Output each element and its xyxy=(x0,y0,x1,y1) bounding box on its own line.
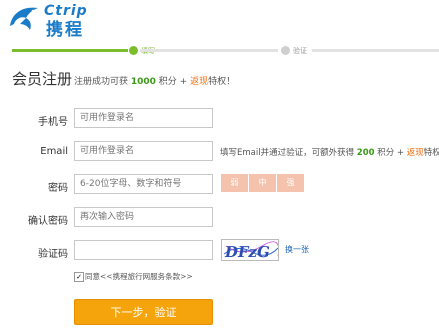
captcha-label: 验证码 xyxy=(38,249,68,260)
step-label-verify: 验证 xyxy=(293,47,307,55)
dolphin-icon xyxy=(10,7,38,30)
subtitle-mid: 积分 + xyxy=(155,77,191,87)
email-hint-post: 特权 xyxy=(423,148,439,158)
phone-label: 手机号 xyxy=(38,117,68,128)
email-hint-cashback: 返现 xyxy=(406,148,424,158)
subtitle-pre: 注册成功可获 xyxy=(74,77,131,87)
subtitle-post: 特权！ xyxy=(208,77,236,87)
subtitle-cashback: 返现 xyxy=(190,77,209,87)
step-indicator-fill xyxy=(129,46,138,55)
confirm-password-label: 确认密码 xyxy=(28,216,68,227)
agree-checkbox[interactable]: ✓ xyxy=(74,272,84,282)
next-step-button[interactable]: 下一步，验证 xyxy=(74,299,213,325)
email-label: Email xyxy=(40,146,68,157)
logo-chinese: 携程 xyxy=(46,20,84,40)
progress-bar-pending xyxy=(140,49,278,52)
refresh-captcha-link[interactable]: 换一张 xyxy=(285,244,309,255)
email-hint-pre: 填写Email并通过验证，可额外获得 xyxy=(220,148,357,158)
subtitle-points: 1000 xyxy=(130,77,156,87)
strength-medium: 中 xyxy=(249,174,276,192)
email-hint-mid: 积分 + xyxy=(374,148,407,158)
ctrip-logo: Ctrip 携程 xyxy=(6,2,96,40)
email-hint-points: 200 xyxy=(356,148,375,158)
email-input[interactable] xyxy=(74,141,213,161)
captcha-image[interactable]: DFzG xyxy=(221,239,279,261)
progress-bar-pending-2 xyxy=(312,49,439,52)
confirm-password-input[interactable] xyxy=(74,207,213,227)
captcha-input[interactable] xyxy=(74,240,213,260)
register-bonus-text: 注册成功可获 1000 积分 + 返现特权！ xyxy=(74,74,235,87)
phone-input[interactable] xyxy=(74,108,213,128)
strength-strong: 强 xyxy=(277,174,304,192)
password-input[interactable] xyxy=(74,174,213,194)
step-indicator-verify xyxy=(281,46,290,55)
page-title: 会员注册 xyxy=(12,70,73,88)
email-bonus-hint: 填写Email并通过验证，可额外获得 200 积分 + 返现特权 xyxy=(220,146,439,158)
captcha-text: DFzG xyxy=(223,243,271,261)
strength-weak: 弱 xyxy=(221,174,248,192)
password-label: 密码 xyxy=(48,183,68,194)
progress-bar-done xyxy=(12,49,128,52)
terms-link[interactable]: 同意<<携程旅行网服务条款>> xyxy=(85,271,193,282)
